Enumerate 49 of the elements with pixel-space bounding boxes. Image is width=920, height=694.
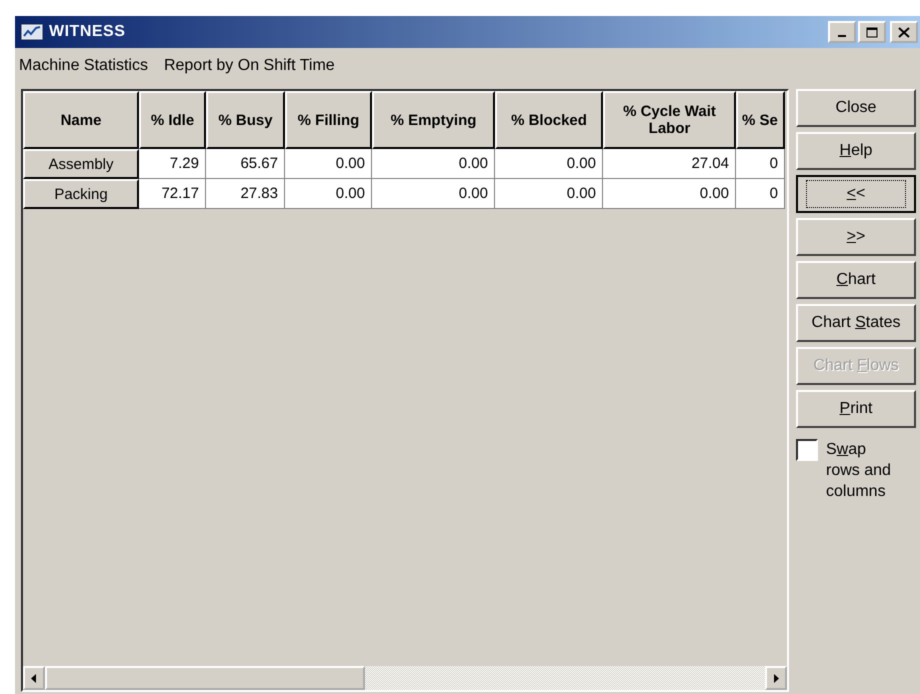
- checkbox[interactable]: [796, 439, 818, 461]
- maximize-icon: [866, 26, 878, 38]
- row-header[interactable]: Assembly: [23, 149, 139, 179]
- dialog-button[interactable]: <<: [796, 175, 916, 213]
- close-button[interactable]: [890, 21, 918, 43]
- table-cell: 0.00: [285, 179, 372, 209]
- left-arrow-icon: [31, 674, 37, 682]
- table-cell: 0.00: [372, 179, 495, 209]
- column-header[interactable]: % Idle: [139, 91, 206, 149]
- table-cell: 65.67: [206, 149, 285, 179]
- table-cell: 0: [736, 149, 785, 179]
- report-subtitle: Report by On Shift Time: [164, 57, 335, 76]
- column-header[interactable]: % Busy: [206, 91, 285, 149]
- table-cell: 7.29: [139, 149, 206, 179]
- column-header[interactable]: % Blocked: [495, 91, 603, 149]
- row-header[interactable]: Packing: [23, 179, 139, 209]
- column-header[interactable]: Name: [23, 91, 139, 149]
- table-cell: 0: [736, 179, 785, 209]
- table-cell: 0.00: [495, 149, 603, 179]
- window-title: WITNESS: [49, 23, 126, 41]
- dialog-button[interactable]: Print: [796, 390, 916, 428]
- table-cell: 0.00: [495, 179, 603, 209]
- column-header[interactable]: % Emptying: [372, 91, 495, 149]
- scroll-left-button[interactable]: [23, 666, 45, 690]
- table-cell: 0.00: [603, 179, 736, 209]
- table-cell: 27.83: [206, 179, 285, 209]
- report-title: Machine Statistics: [19, 57, 148, 76]
- chart-icon: [21, 24, 43, 40]
- right-arrow-icon: [773, 674, 779, 682]
- column-header[interactable]: % Cycle Wait Labor: [603, 91, 736, 149]
- dialog-button[interactable]: Chart States: [796, 304, 916, 342]
- close-icon: [898, 26, 910, 38]
- dialog-button[interactable]: Help: [796, 132, 916, 170]
- column-header[interactable]: % Se: [736, 91, 785, 149]
- table-cell: 72.17: [139, 179, 206, 209]
- scroll-thumb[interactable]: [45, 666, 365, 690]
- column-header[interactable]: % Filling: [285, 91, 372, 149]
- minimize-button[interactable]: [828, 21, 856, 43]
- horizontal-scrollbar[interactable]: [23, 666, 787, 690]
- dialog-button[interactable]: Chart: [796, 261, 916, 299]
- minimize-icon: [838, 34, 846, 36]
- checkbox-label[interactable]: Swap rows and columns: [826, 439, 898, 502]
- scroll-right-button[interactable]: [765, 666, 787, 690]
- table-cell: 0.00: [372, 149, 495, 179]
- table-cell: 27.04: [603, 149, 736, 179]
- dialog-button[interactable]: >>: [796, 218, 916, 256]
- table-cell: 0.00: [285, 149, 372, 179]
- maximize-button[interactable]: [858, 21, 886, 43]
- dialog-button[interactable]: Close: [796, 89, 916, 127]
